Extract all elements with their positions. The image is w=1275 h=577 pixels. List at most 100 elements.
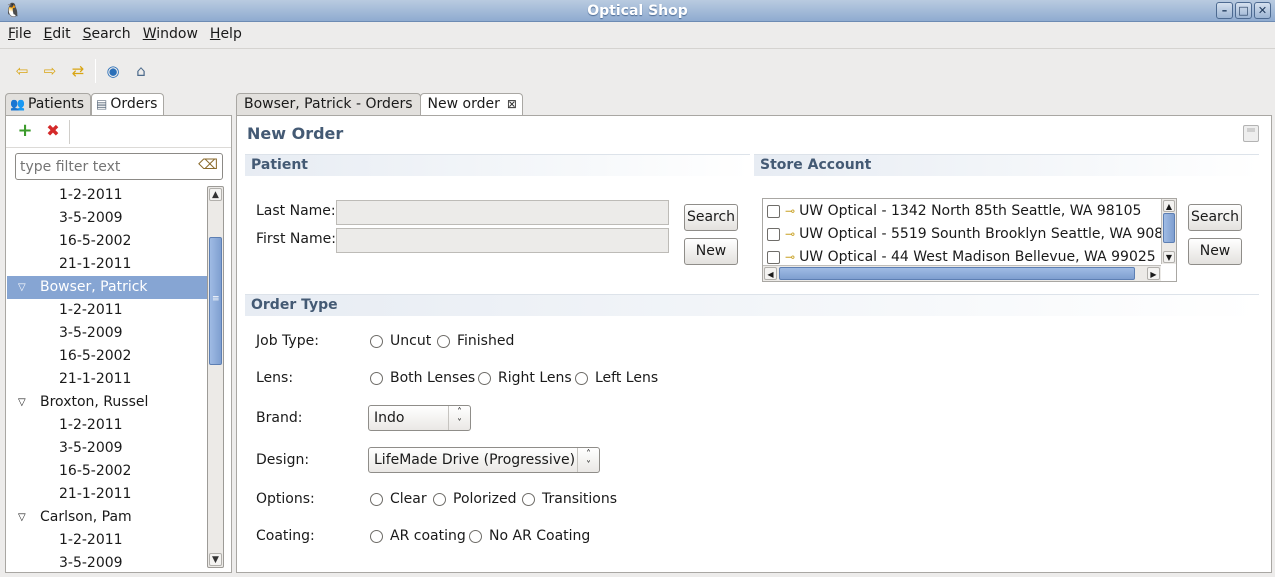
patient-tree-node[interactable]: ▽ Broxton, Russel [7,391,207,414]
scroll-up-icon[interactable]: ▲ [209,188,222,201]
store-account-checkbox[interactable] [767,227,780,241]
first-name-field[interactable] [336,228,669,253]
option-polorized-radio[interactable]: Polorized [433,491,516,507]
refresh-icon[interactable]: ⇄ [68,61,88,81]
add-icon[interactable]: + [15,122,35,142]
order-tree-item[interactable]: 16-5-2002 [7,460,207,483]
maximize-button[interactable]: □ [1235,2,1252,19]
tab-orders-label: Orders [110,96,158,112]
order-tree-item[interactable]: 1-2-2011 [7,529,207,552]
tab-bowser-orders[interactable]: Bowser, Patrick - Orders [236,93,421,115]
save-icon[interactable] [1243,125,1259,142]
coating-no-ar-radio[interactable]: No AR Coating [469,528,590,544]
option-transitions-radio[interactable]: Transitions [522,491,617,507]
job-type-finished-radio[interactable]: Finished [437,333,514,349]
tab-patients[interactable]: 👥 Patients [5,93,91,115]
tree-item-label: 1-2-2011 [59,417,123,433]
order-tree-item[interactable]: 16-5-2002 [7,345,207,368]
scroll-thumb[interactable] [1163,213,1175,243]
order-tree-item[interactable]: 21-1-2011 [7,368,207,391]
home-icon[interactable]: ⌂ [131,61,151,81]
job-type-uncut-radio[interactable]: Uncut [370,333,431,349]
first-name-input[interactable] [337,229,668,252]
expand-triangle-icon[interactable]: ▽ [18,506,26,529]
tree-item-label: 1-2-2011 [59,187,123,203]
minimize-button[interactable]: – [1216,2,1233,19]
menu-search[interactable]: Search [77,26,137,42]
lens-right-radio[interactable]: Right Lens [478,370,572,386]
store-account-checkbox[interactable] [767,204,780,218]
tab-orders[interactable]: ▤ Orders [91,93,165,115]
last-name-input[interactable] [337,201,668,224]
forward-icon[interactable]: ⇨ [40,61,60,81]
scroll-down-icon[interactable]: ▼ [1163,251,1175,263]
order-tree-item[interactable]: 3-5-2009 [7,207,207,230]
order-tree-item[interactable]: 3-5-2009 [7,552,207,568]
order-tree-item[interactable]: 1-2-2011 [7,299,207,322]
order-tree-item[interactable]: 1-2-2011 [7,414,207,437]
menu-help[interactable]: Help [204,26,248,42]
store-list-vscroll[interactable]: ▲ ▼ [1161,199,1176,264]
store-account-list: ⊸ UW Optical - 1342 North 85th Seattle, … [762,198,1177,282]
globe-icon[interactable]: ◉ [103,61,123,81]
filter-field[interactable]: ⌫ [15,153,223,180]
order-tree-item[interactable]: 1-2-2011 [7,184,207,207]
coating-ar-radio[interactable]: AR coating [370,528,466,544]
tab-patients-label: Patients [27,96,84,112]
scroll-right-icon[interactable]: ▶ [1147,267,1160,280]
document-icon: ▤ [96,97,108,111]
patient-new-button[interactable]: New [684,238,738,265]
clear-filter-icon[interactable]: ⌫ [198,157,218,173]
tree-item-label: Carlson, Pam [40,509,132,525]
scroll-down-icon[interactable]: ▼ [209,553,222,566]
tree-item-label: 3-5-2009 [59,555,123,568]
expand-triangle-icon[interactable]: ▽ [18,391,26,414]
options-label: Options: [256,491,315,507]
scroll-up-icon[interactable]: ▲ [1163,200,1175,212]
window-title: Optical Shop [587,3,688,19]
navigator-pane: 👥 Patients ▤ Orders + ✖ ⌫ 1-2-2011 3-5-20… [5,93,232,573]
tree-item-label: 16-5-2002 [59,348,132,364]
filter-input[interactable] [16,154,196,179]
scroll-thumb[interactable] [779,267,1135,280]
store-list-hscroll[interactable]: ◀ ▶ [763,265,1161,281]
back-icon[interactable]: ⇦ [12,61,32,81]
design-label: Design: [256,452,310,468]
scroll-thumb[interactable]: ≡ [209,237,222,365]
tab-new-order[interactable]: New order ⊠ [419,93,523,115]
tree-item-label: 3-5-2009 [59,325,123,341]
toolbar-separator [95,59,96,83]
last-name-field[interactable] [336,200,669,225]
design-select[interactable]: LifeMade Drive (Progressive) ˄ ˅ [368,447,600,473]
order-tree-item[interactable]: 21-1-2011 [7,253,207,276]
order-tree-item[interactable]: 21-1-2011 [7,483,207,506]
close-tab-icon[interactable]: ⊠ [507,94,517,115]
patient-tree-node[interactable]: ▽ Bowser, Patrick [7,276,207,299]
menu-window[interactable]: Window [137,26,204,42]
order-tree-item[interactable]: 3-5-2009 [7,437,207,460]
close-window-button[interactable]: ✕ [1254,2,1271,19]
lens-both-radio[interactable]: Both Lenses [370,370,475,386]
order-tree-item[interactable]: 3-5-2009 [7,322,207,345]
option-clear-radio[interactable]: Clear [370,491,427,507]
tree-item-label: 21-1-2011 [59,256,132,272]
tree-scrollbar[interactable]: ▲ ≡ ▼ [207,186,224,568]
patient-search-button[interactable]: Search [684,204,738,231]
patient-tree-node[interactable]: ▽ Carlson, Pam [7,506,207,529]
store-new-button[interactable]: New [1188,238,1242,265]
spinner-icon: ˄ ˅ [448,406,470,430]
expand-triangle-icon[interactable]: ▽ [18,276,26,299]
order-tree-item[interactable]: 16-5-2002 [7,230,207,253]
menu-edit[interactable]: Edit [37,26,76,42]
store-account-label: UW Optical - 5519 Sounth Brooklyn Seattl… [799,226,1177,242]
store-search-button[interactable]: Search [1188,204,1242,231]
tree-item-label: 16-5-2002 [59,233,132,249]
store-account-item[interactable]: ⊸ UW Optical - 1342 North 85th Seattle, … [767,200,1141,222]
delete-icon[interactable]: ✖ [43,122,63,142]
scroll-left-icon[interactable]: ◀ [764,267,777,280]
brand-select[interactable]: Indo ˄ ˅ [368,405,471,431]
lens-left-radio[interactable]: Left Lens [575,370,658,386]
store-account-checkbox[interactable] [767,250,780,264]
store-account-item[interactable]: ⊸ UW Optical - 5519 Sounth Brooklyn Seat… [767,223,1177,245]
menu-file[interactable]: File [2,26,37,42]
